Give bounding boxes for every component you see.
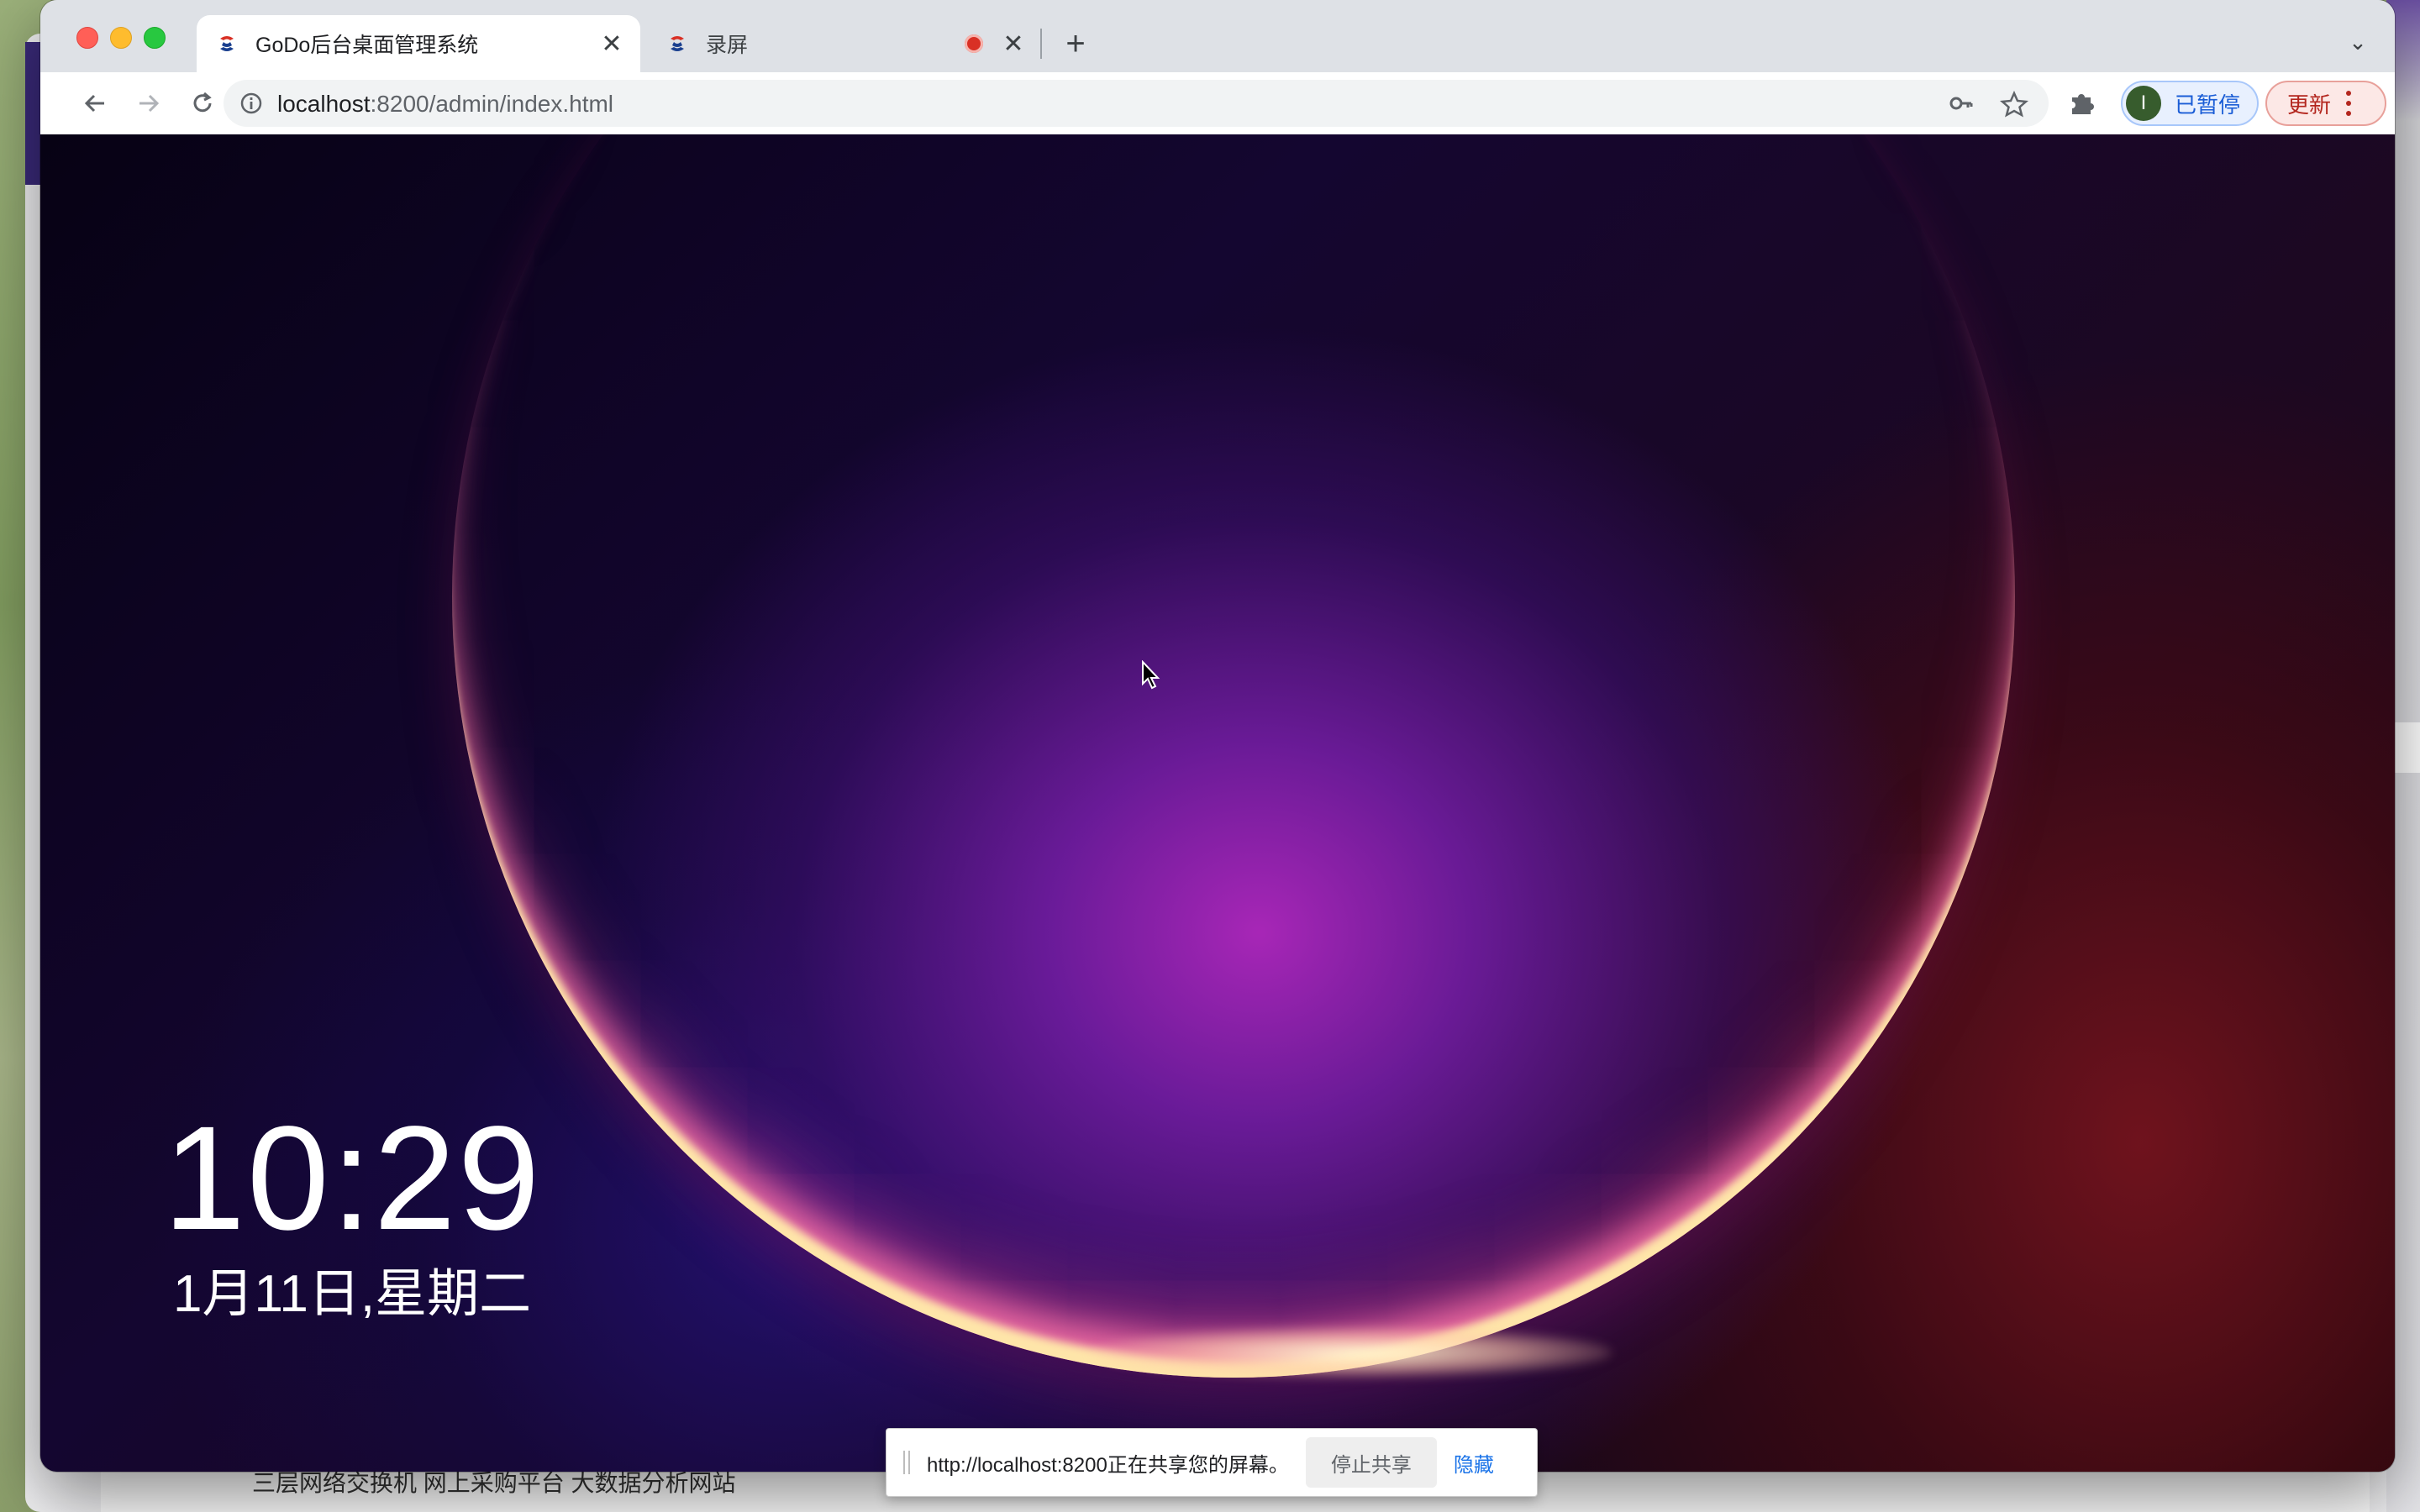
address-bar[interactable]: localhost:8200/admin/index.html xyxy=(224,80,2049,127)
drag-handle-icon[interactable] xyxy=(903,1451,910,1474)
bookmark-star-icon[interactable] xyxy=(2000,90,2028,118)
godo-logo-icon xyxy=(671,36,684,51)
tab-title: 录屏 xyxy=(706,34,749,57)
window-minimize-button[interactable] xyxy=(110,27,132,49)
url-text[interactable]: localhost:8200/admin/index.html xyxy=(277,91,613,118)
screen-share-message: http://localhost:8200正在共享您的屏幕。 xyxy=(927,1453,1289,1477)
profile-button[interactable]: I 已暂停 xyxy=(2121,81,2259,126)
key-icon[interactable] xyxy=(1948,90,1975,117)
window-close-button[interactable] xyxy=(76,27,98,49)
more-menu-icon xyxy=(2346,91,2352,116)
mouse-cursor-icon xyxy=(1142,660,1160,690)
tab-screen-recording[interactable]: 录屏 ✕ xyxy=(647,15,1042,72)
site-info-icon[interactable] xyxy=(239,91,264,116)
screen-share-bar: http://localhost:8200正在共享您的屏幕。 停止共享 隐藏 xyxy=(886,1428,1538,1497)
url-host: localhost xyxy=(277,91,371,117)
tab-search-chevron-icon[interactable]: ⌄ xyxy=(2341,25,2375,59)
avatar: I xyxy=(2126,86,2161,121)
forward-button[interactable] xyxy=(128,82,170,124)
stop-sharing-button[interactable]: 停止共享 xyxy=(1305,1437,1437,1488)
profile-status-label: 已暂停 xyxy=(2175,92,2241,118)
browser-window: GoDo后台桌面管理系统 ✕ 录屏 ✕ + ⌄ localhost:8200/a… xyxy=(40,0,2395,1472)
recording-indicator-icon xyxy=(965,34,983,53)
update-label: 更新 xyxy=(2287,92,2332,118)
reload-icon xyxy=(193,92,212,113)
window-zoom-button[interactable] xyxy=(144,27,166,49)
lock-screen-time: 10:29 xyxy=(163,1096,542,1261)
lock-screen-date: 1月11日,星期二 xyxy=(173,1265,532,1323)
extensions-puzzle-icon[interactable] xyxy=(2065,87,2097,119)
url-path: :8200/admin/index.html xyxy=(370,91,614,117)
new-tab-button[interactable]: + xyxy=(1055,24,1096,64)
tab-divider xyxy=(1040,29,1042,59)
reload-button[interactable] xyxy=(182,82,224,124)
tab-strip: GoDo后台桌面管理系统 ✕ 录屏 ✕ + ⌄ xyxy=(40,0,2395,72)
wallpaper-orb-glow xyxy=(1091,1327,1612,1378)
back-arrow-icon xyxy=(84,94,104,113)
hide-share-bar-link[interactable]: 隐藏 xyxy=(1454,1448,1494,1478)
close-icon[interactable]: ✕ xyxy=(597,29,627,59)
update-button[interactable]: 更新 xyxy=(2265,81,2386,126)
close-icon[interactable]: ✕ xyxy=(998,29,1028,59)
godo-logo-icon xyxy=(220,36,234,51)
forward-arrow-icon xyxy=(139,94,160,113)
back-button[interactable] xyxy=(74,82,116,124)
browser-toolbar: localhost:8200/admin/index.html I 已暂停 更新 xyxy=(40,72,2395,135)
tab-godo-admin[interactable]: GoDo后台桌面管理系统 ✕ xyxy=(197,15,640,72)
tab-title: GoDo后台桌面管理系统 xyxy=(255,34,479,57)
lock-screen[interactable]: 10:29 1月11日,星期二 xyxy=(40,134,2395,1472)
